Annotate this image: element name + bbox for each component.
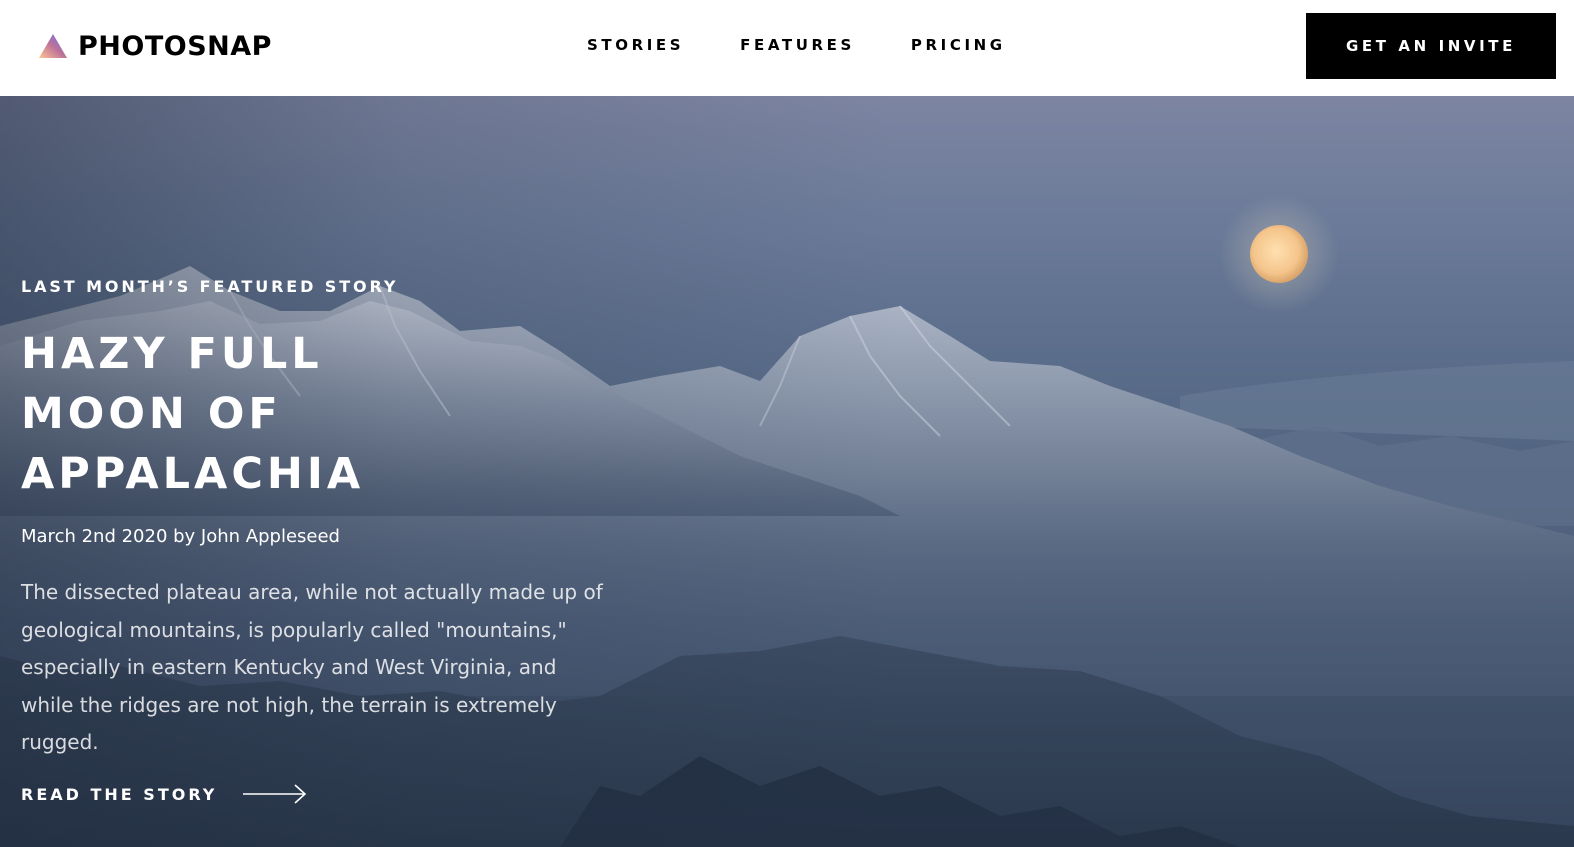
arrow-right-icon bbox=[243, 784, 307, 804]
nav-features[interactable]: FEATURES bbox=[740, 34, 855, 56]
story-byline: March 2nd 2020 by John Appleseed bbox=[21, 526, 340, 547]
read-the-story-link[interactable]: READ THE STORY bbox=[21, 784, 307, 804]
site-header: PHOTOSNAP STORIES FEATURES PRICING GET A… bbox=[0, 0, 1574, 96]
nav-pricing[interactable]: PRICING bbox=[911, 34, 1006, 56]
photosnap-logo[interactable]: PHOTOSNAP bbox=[38, 28, 272, 64]
read-the-story-label: READ THE STORY bbox=[21, 784, 218, 804]
logo-triangle-icon bbox=[38, 33, 68, 59]
logo-text: PHOTOSNAP bbox=[78, 30, 272, 62]
story-summary: The dissected plateau area, while not ac… bbox=[21, 580, 603, 754]
story-title: HAZY FULL MOON OF APPALACHIA bbox=[21, 329, 365, 499]
featured-kicker: LAST MONTH’S FEATURED STORY bbox=[21, 277, 399, 296]
get-an-invite-button[interactable]: GET AN INVITE bbox=[1306, 13, 1556, 79]
hero-featured-story: LAST MONTH’S FEATURED STORY HAZY FULL MO… bbox=[0, 96, 1574, 847]
main-nav: STORIES FEATURES PRICING bbox=[587, 34, 1006, 56]
nav-stories[interactable]: STORIES bbox=[587, 34, 684, 56]
